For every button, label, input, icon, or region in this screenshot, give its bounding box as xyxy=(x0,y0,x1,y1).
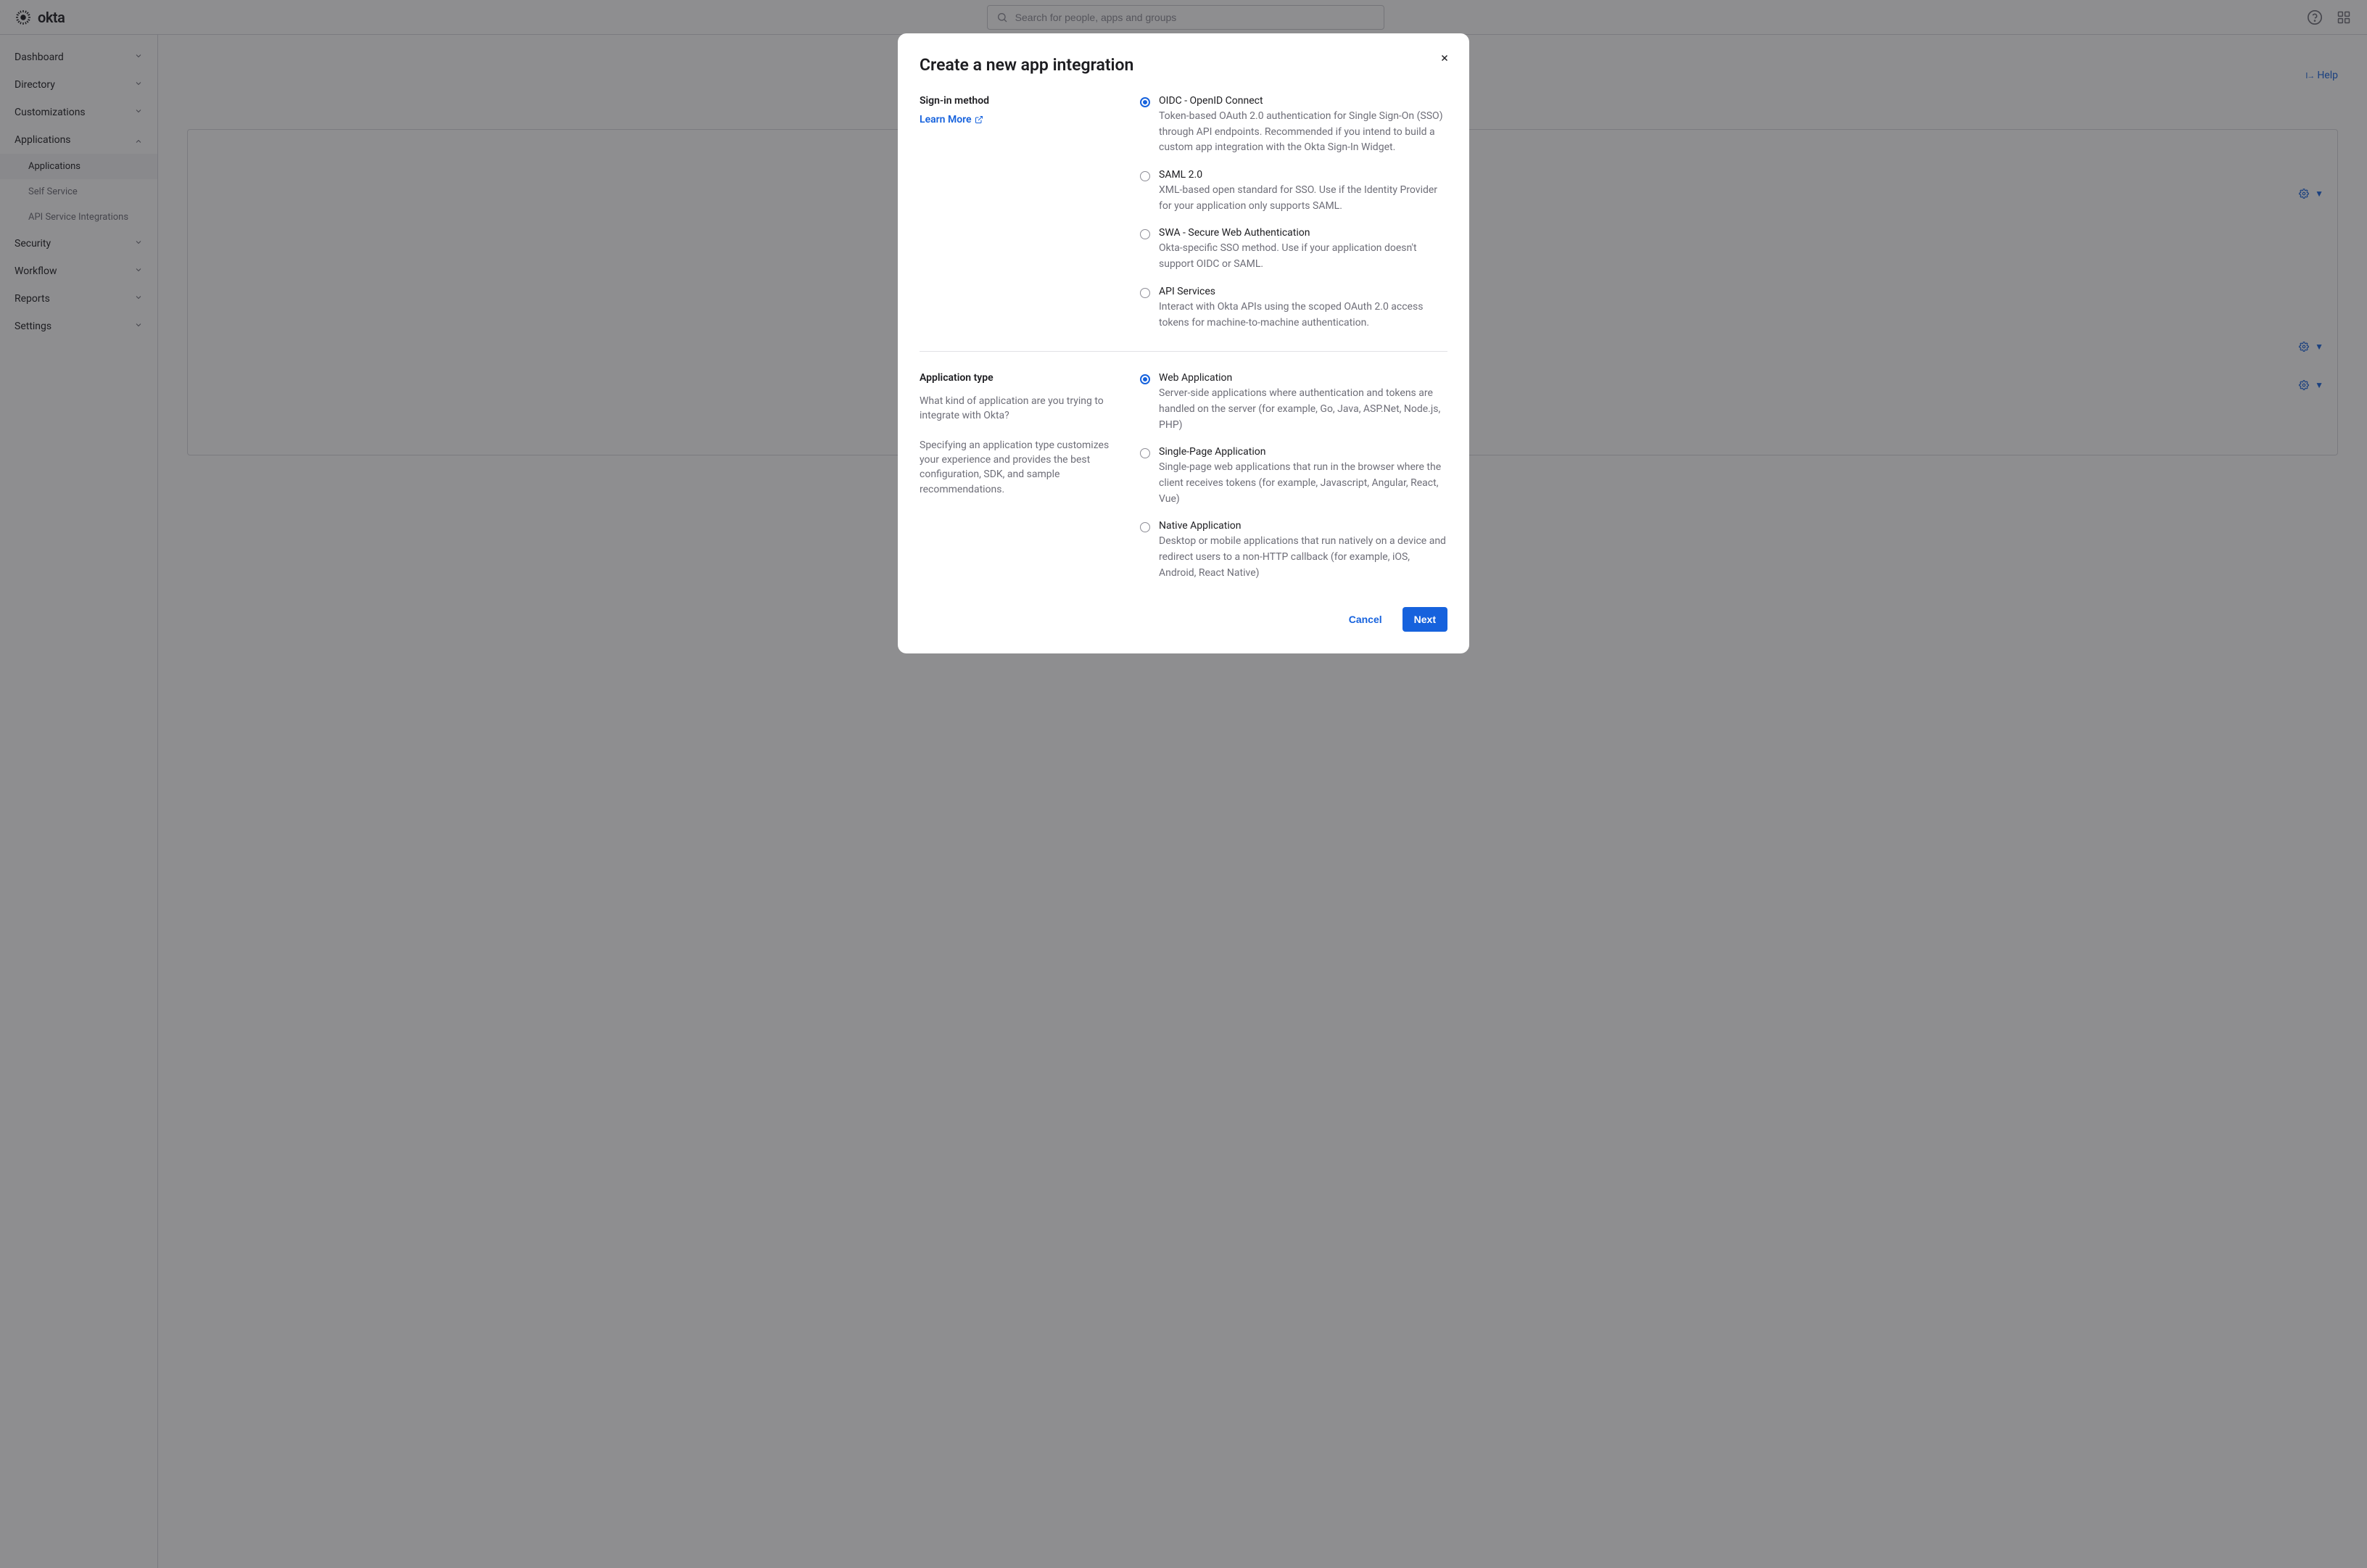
close-button[interactable] xyxy=(1437,51,1452,65)
signin-method-option[interactable]: SWA - Secure Web Authentication Okta-spec… xyxy=(1140,227,1447,272)
signin-method-option[interactable]: SAML 2.0 XML-based open standard for SSO.… xyxy=(1140,169,1447,214)
application-type-helper2: Specifying an application type customize… xyxy=(920,438,1123,497)
radio-option-title: Web Application xyxy=(1159,372,1447,384)
next-button[interactable]: Next xyxy=(1403,607,1447,632)
radio-option-description: Token-based OAuth 2.0 authentication for… xyxy=(1159,109,1447,156)
radio-option-title: OIDC - OpenID Connect xyxy=(1159,95,1447,107)
radio-option-title: Native Application xyxy=(1159,520,1447,532)
radio-option-description: Server-side applications where authentic… xyxy=(1159,386,1447,433)
modal-title: Create a new app integration xyxy=(920,55,1447,75)
radio-button[interactable] xyxy=(1140,374,1150,384)
radio-button[interactable] xyxy=(1140,171,1150,181)
radio-button[interactable] xyxy=(1140,522,1150,532)
radio-option-description: Desktop or mobile applications that run … xyxy=(1159,534,1447,581)
radio-option-description: Okta-specific SSO method. Use if your ap… xyxy=(1159,241,1447,272)
radio-button[interactable] xyxy=(1140,229,1150,239)
radio-option-title: SWA - Secure Web Authentication xyxy=(1159,227,1447,239)
signin-method-option[interactable]: API Services Interact with Okta APIs usin… xyxy=(1140,286,1447,331)
radio-button[interactable] xyxy=(1140,288,1150,298)
radio-option-title: API Services xyxy=(1159,286,1447,297)
application-type-option[interactable]: Single-Page Application Single-page web a… xyxy=(1140,446,1447,507)
application-type-label: Application type xyxy=(920,372,1123,384)
radio-button[interactable] xyxy=(1140,448,1150,458)
application-type-option[interactable]: Native Application Desktop or mobile appl… xyxy=(1140,520,1447,581)
radio-option-description: Single-page web applications that run in… xyxy=(1159,460,1447,507)
external-link-icon xyxy=(975,115,983,124)
radio-option-title: SAML 2.0 xyxy=(1159,169,1447,181)
radio-option-description: Interact with Okta APIs using the scoped… xyxy=(1159,300,1447,331)
cancel-button[interactable]: Cancel xyxy=(1340,608,1391,631)
radio-button[interactable] xyxy=(1140,97,1150,107)
learn-more-link[interactable]: Learn More xyxy=(920,114,983,125)
application-type-helper: What kind of application are you trying … xyxy=(920,394,1123,424)
signin-method-label: Sign-in method xyxy=(920,95,1123,107)
radio-option-description: XML-based open standard for SSO. Use if … xyxy=(1159,183,1447,214)
create-app-modal: Create a new app integration Sign-in met… xyxy=(898,33,1469,653)
modal-overlay: Create a new app integration Sign-in met… xyxy=(0,0,2367,1568)
radio-option-title: Single-Page Application xyxy=(1159,446,1447,458)
close-icon xyxy=(1439,53,1450,63)
signin-method-option[interactable]: OIDC - OpenID Connect Token-based OAuth 2… xyxy=(1140,95,1447,156)
application-type-option[interactable]: Web Application Server-side applications … xyxy=(1140,372,1447,433)
